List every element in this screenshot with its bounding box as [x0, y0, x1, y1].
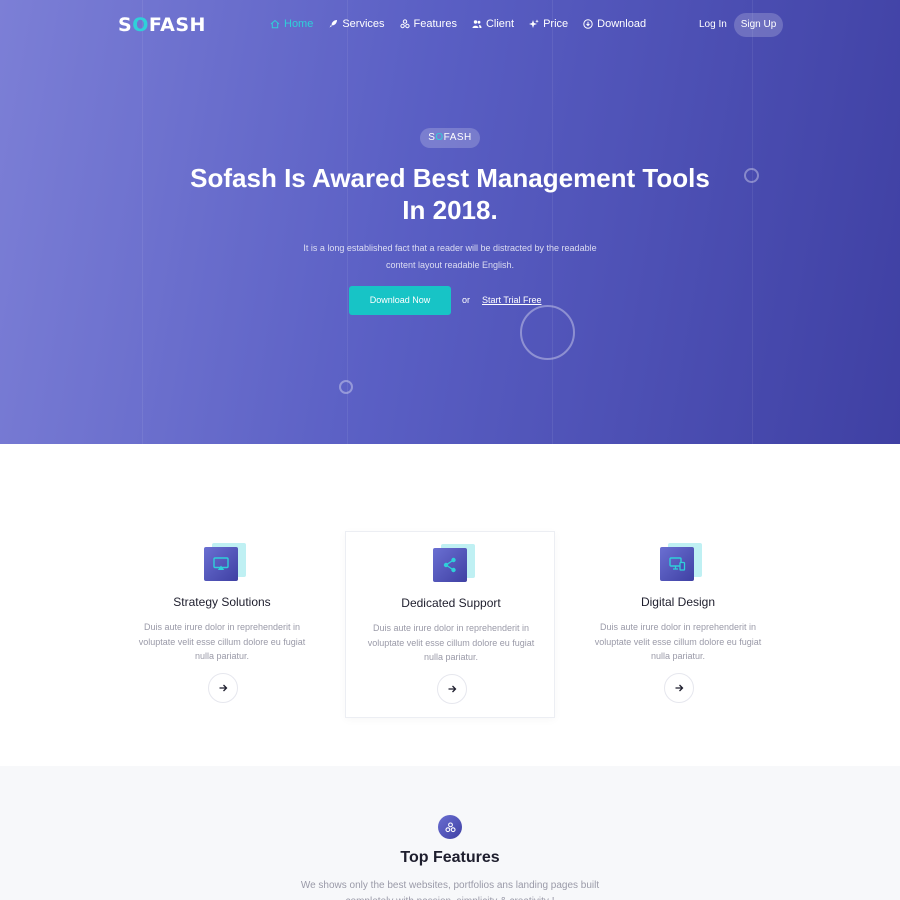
features-section: Top Features We shows only the best webs…	[0, 766, 900, 900]
rocket-icon	[329, 20, 338, 28]
login-link[interactable]: Log In	[699, 19, 727, 30]
devices-icon	[669, 557, 686, 571]
brand-logo[interactable]: SOFASH	[118, 14, 206, 36]
nav-item-label: Download	[597, 18, 647, 30]
arrow-right-icon	[675, 684, 684, 692]
service-card-strategy: Strategy Solutions Duis aute irure dolor…	[117, 531, 327, 718]
download-now-button[interactable]: Download Now	[349, 286, 451, 315]
service-icon-box	[204, 543, 246, 581]
hero-section: SOFASH Home Services Features Client Pri…	[0, 0, 900, 444]
share-icon	[443, 557, 456, 573]
or-text: or	[462, 295, 471, 305]
home-icon	[270, 19, 280, 29]
nav-item-features[interactable]: Features	[399, 18, 457, 30]
top-navbar: SOFASH Home Services Features Client Pri…	[0, 0, 900, 52]
nav-item-label: Home	[284, 18, 314, 30]
decorative-circle	[339, 380, 353, 394]
service-text: Duis aute irure dolor in reprehenderit i…	[367, 623, 535, 662]
nav-item-label: Client	[485, 18, 515, 30]
hero-badge: SOFASH	[420, 128, 480, 148]
sparkle-icon	[529, 19, 539, 28]
nav-item-home[interactable]: Home	[270, 18, 313, 30]
service-icon-box	[660, 543, 702, 581]
service-card-design: Digital Design Duis aute irure dolor in …	[573, 531, 783, 718]
service-card-support: Dedicated Support Duis aute irure dolor …	[345, 531, 555, 718]
nav-item-label: Features	[413, 18, 457, 30]
nav-item-label: Services	[342, 18, 385, 30]
arrow-right-button[interactable]	[437, 674, 467, 704]
service-title: Digital Design	[640, 595, 716, 609]
services-section: Strategy Solutions Duis aute irure dolor…	[0, 444, 900, 766]
nav-item-label: Price	[543, 18, 569, 30]
decorative-circle	[744, 168, 759, 183]
start-trial-link[interactable]: Start Trial Free	[482, 295, 542, 305]
cubes-icon	[399, 19, 410, 29]
service-text: Duis aute irure dolor in reprehenderit i…	[138, 622, 306, 661]
service-text: Duis aute irure dolor in reprehenderit i…	[594, 622, 762, 661]
decorative-circle	[520, 305, 575, 360]
features-description: We shows only the best websites, portfol…	[300, 880, 600, 900]
features-title: Top Features	[400, 849, 500, 866]
signup-button[interactable]: Sign Up	[734, 13, 783, 37]
download-circle-icon	[583, 19, 593, 29]
airplay-icon	[213, 557, 229, 570]
hero-description: It is a long established fact that a rea…	[303, 243, 597, 270]
arrow-right-icon	[448, 685, 457, 693]
service-icon-box	[433, 544, 475, 582]
service-title: Strategy Solutions	[173, 595, 271, 609]
nav-item-client[interactable]: Client	[472, 18, 514, 30]
main-menu: Home Services Features Client Price Down…	[270, 18, 646, 30]
service-title: Dedicated Support	[401, 596, 501, 610]
decorative-line	[142, 0, 143, 444]
nav-item-download[interactable]: Download	[583, 18, 646, 30]
decorative-line	[752, 0, 753, 444]
arrow-right-button[interactable]	[664, 673, 694, 703]
nav-item-services[interactable]: Services	[328, 18, 385, 30]
arrow-right-icon	[219, 684, 228, 692]
users-icon	[472, 20, 482, 28]
arrow-right-button[interactable]	[208, 673, 238, 703]
hero-title: Sofash Is Awared Best Management Tools I…	[190, 163, 710, 225]
cubes-icon	[444, 821, 456, 832]
features-badge-icon	[438, 815, 462, 839]
nav-item-price[interactable]: Price	[529, 18, 568, 30]
